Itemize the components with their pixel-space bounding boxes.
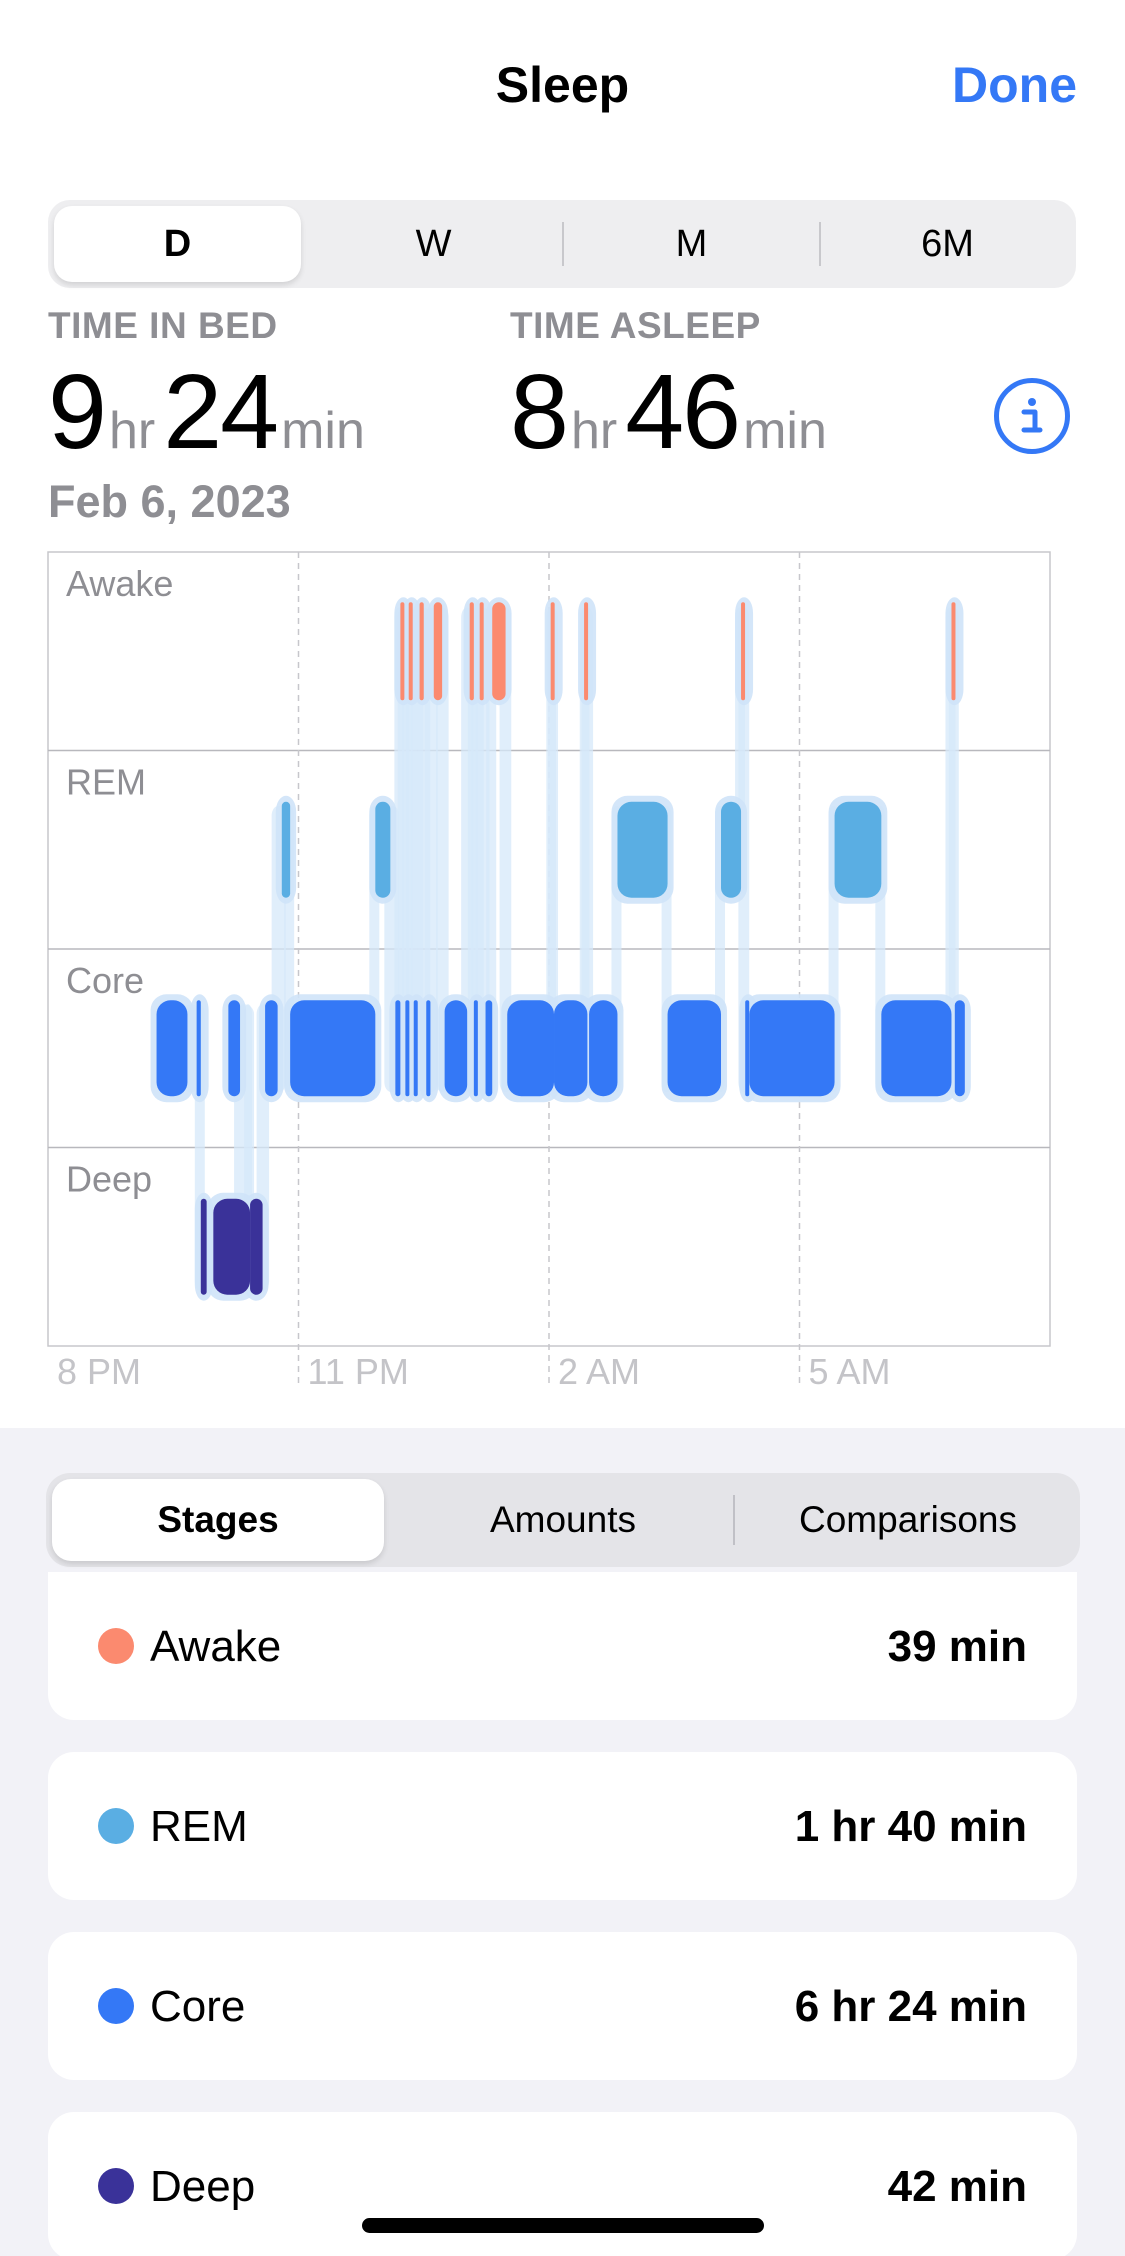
sleep-stage-segment-awake [400,602,405,701]
sleep-stage-segment-awake [408,602,413,701]
stage-row-label: Awake [66,563,173,604]
view-tab-comparisons[interactable]: Comparisons [742,1479,1074,1561]
sleep-stage-segment-awake [419,602,424,701]
stage-name: Deep [150,2162,256,2211]
period-tab-month[interactable]: M [568,206,815,282]
sleep-stage-segment-deep [200,1198,207,1295]
x-tick-label: 2 AM [558,1351,640,1392]
sleep-stage-segment-core [228,1000,241,1097]
sleep-stage-segment-core [395,1000,401,1097]
time-asleep-hours: 8 [510,353,569,471]
sleep-stage-segment-deep [250,1198,263,1295]
sleep-stage-segment-awake [550,602,555,701]
sleep-stage-segment-core [444,1000,468,1097]
time-asleep-minutes: 46 [625,353,741,471]
period-segmented-control: D W M 6M [48,200,1076,288]
sleep-stages-chart: 8 PM 11 PM 2 AM 5 AM Awake REM Core Deep [0,540,1125,1400]
sleep-stage-segment-core [290,1000,376,1097]
stage-duration: 6 hr 24 min [794,1982,1027,2031]
rem-color-dot [98,1808,134,1844]
sleep-stage-segment-rem [281,801,291,898]
segment-divider [733,1495,735,1545]
sleep-stage-segment-awake [951,602,956,701]
sleep-stage-segment-core [426,1000,431,1097]
view-tab-amounts[interactable]: Amounts [397,1479,729,1561]
stage-row-label: REM [66,762,146,803]
time-in-bed-value: 9 hr 24 min [48,352,373,473]
stage-row-awake[interactable]: Awake 39 min [48,1572,1077,1720]
awake-color-dot [98,1628,134,1664]
sleep-stage-segment-rem [375,801,391,898]
sleep-stage-segment-rem [721,801,742,898]
hr-unit: hr [108,402,156,460]
x-tick-label: 8 PM [57,1351,141,1392]
time-in-bed-minutes: 24 [163,353,279,471]
time-asleep-value: 8 hr 46 min [510,352,835,473]
sleep-stage-segment-core [485,1000,493,1097]
stage-duration: 1 hr 40 min [794,1802,1027,1851]
stage-row-label: Core [66,960,144,1001]
view-segmented-control: Stages Amounts Comparisons [46,1473,1080,1567]
view-tab-stages[interactable]: Stages [52,1479,384,1561]
period-tab-6-months[interactable]: 6M [824,206,1071,282]
sleep-stage-segment-core [265,1000,278,1097]
stage-name: Awake [150,1622,282,1671]
core-color-dot [98,1988,134,2024]
stage-duration: 42 min [887,2162,1027,2211]
min-unit: min [281,402,365,460]
stage-row-deep[interactable]: Deep 42 min [48,2112,1077,2256]
min-unit: min [743,402,827,460]
segment-divider [562,222,564,266]
home-indicator [362,2218,764,2233]
sleep-stage-segment-core [749,1000,835,1097]
stage-name: Core [150,1982,246,2031]
sleep-stage-segment-core [881,1000,952,1097]
sleep-stage-segment-core [405,1000,410,1097]
sleep-stage-segment-core [507,1000,555,1097]
sleep-stage-segment-core [667,1000,722,1097]
sleep-stage-segment-core [554,1000,588,1097]
sleep-stage-segment-awake [741,602,746,701]
time-in-bed-label: TIME IN BED [48,305,278,346]
sleep-stage-segment-awake [492,602,506,701]
sleep-stage-segment-rem [617,801,668,898]
x-tick-label: 5 AM [809,1351,891,1392]
sleep-stage-segment-awake [433,602,443,701]
sleep-stage-segment-core [954,1000,965,1097]
hr-unit: hr [570,402,618,460]
sleep-stage-segment-core [589,1000,618,1097]
sleep-stage-segment-awake [479,602,484,701]
time-asleep-label: TIME ASLEEP [510,305,761,346]
stage-duration: 39 min [887,1622,1027,1671]
period-tab-week[interactable]: W [310,206,557,282]
stage-row-label: Deep [66,1159,152,1200]
sleep-stage-segment-core [156,1000,188,1097]
segment-divider [819,222,821,266]
sleep-stage-segment-awake [469,602,474,701]
sleep-date: Feb 6, 2023 [48,476,291,527]
sleep-stage-segment-core [745,1000,750,1097]
stage-name: REM [150,1802,248,1851]
sleep-stage-segment-core [473,1000,478,1097]
deep-color-dot [98,2168,134,2204]
sleep-stage-segment-rem [834,801,882,898]
sleep-stage-segment-deep [213,1198,251,1295]
stage-row-rem[interactable]: REM 1 hr 40 min [48,1752,1077,1900]
stage-row-core[interactable]: Core 6 hr 24 min [48,1932,1077,2080]
sleep-stages-chart-svg: 8 PM 11 PM 2 AM 5 AM Awake REM Core Deep [47,551,1051,1392]
period-tab-day[interactable]: D [54,206,301,282]
info-circle-icon[interactable] [994,378,1070,454]
sleep-stage-segment-core [196,1000,201,1097]
x-tick-label: 11 PM [308,1351,409,1392]
sleep-stage-segment-core [413,1000,418,1097]
sleep-stage-segment-awake [584,602,589,701]
time-in-bed-hours: 9 [48,353,107,471]
done-button[interactable]: Done [952,56,1077,114]
